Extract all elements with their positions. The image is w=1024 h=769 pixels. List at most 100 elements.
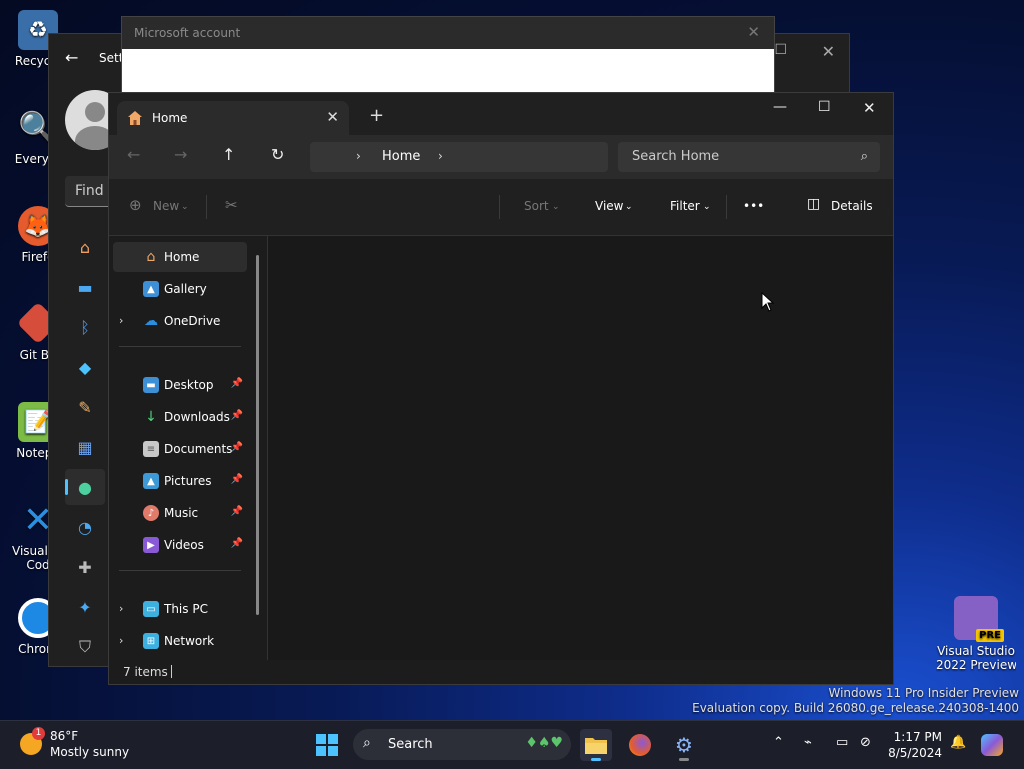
pin-icon[interactable]: 📌 [231,442,243,453]
clock[interactable]: 1:17 PM 8/5/2024 [868,729,942,761]
new-button[interactable]: New [153,199,179,213]
address-box[interactable]: › Home › [310,142,608,172]
videos-icon: ▶ [143,537,159,553]
nav-scrollbar[interactable] [256,255,259,615]
nav-item-desktop[interactable]: ▬ Desktop 📌 [113,370,247,400]
folder-icon [585,738,607,754]
details-button[interactable]: Details [831,199,873,213]
onedrive-icon: ☁ [144,313,158,329]
nav-item-documents[interactable]: ≡ Documents 📌 [113,434,247,464]
nav-item-downloads[interactable]: ↓ Downloads 📌 [113,402,247,432]
more-options-button[interactable]: ••• [743,199,764,213]
minimize-icon[interactable]: — [773,99,787,115]
maximize-icon[interactable]: ☐ [818,99,831,115]
back-arrow-icon[interactable]: ← [65,48,78,67]
chevron-up-icon[interactable]: ⌃ [773,735,784,750]
bell-icon[interactable]: 🔔 [950,735,966,750]
windows-logo-icon [316,734,338,756]
nav-item-network[interactable]: › ⊞ Network [113,626,247,656]
notification-badge: 1 [32,727,45,740]
close-icon[interactable]: ✕ [863,99,876,117]
desktop-folder-icon: ▬ [143,377,159,393]
microsoft-account-dialog: Microsoft account ✕ [121,16,775,96]
preview-badge: PRE [976,629,1004,642]
close-icon[interactable]: ✕ [822,42,835,61]
search-icon: ⌕ [860,149,868,164]
tab-home[interactable]: Home ✕ [117,101,349,135]
navigation-pane: ⌂ Home ▲ Gallery › ☁ OneDrive ▬ Desktop … [109,236,267,660]
watermark-line2: Evaluation copy. Build 26080.ge_release.… [692,701,1019,715]
search-highlight-icon: ♦♠♥ [525,735,563,751]
nav-item-onedrive[interactable]: › ☁ OneDrive [113,306,247,336]
network-icon: ⊞ [143,633,159,649]
copilot-button[interactable] [976,729,1008,761]
pin-icon[interactable]: 📌 [231,378,243,389]
system-icon[interactable]: ▬ [65,269,105,305]
bluetooth-icon[interactable]: ᛒ [65,309,105,345]
forward-arrow-icon[interactable]: → [174,145,187,164]
network-disconnected-icon[interactable]: ⌁ [804,735,812,750]
status-bar: 7 items [109,660,893,684]
nav-item-this-pc[interactable]: › ▭ This PC [113,594,247,624]
chevron-right-icon[interactable]: › [119,602,123,615]
network-wifi-icon[interactable]: ◆ [65,349,105,385]
apps-icon[interactable]: ▦ [65,429,105,465]
nav-item-home[interactable]: ⌂ Home [113,242,247,272]
nav-item-gallery[interactable]: ▲ Gallery [113,274,247,304]
nav-item-videos[interactable]: ▶ Videos 📌 [113,530,247,560]
file-explorer-window: Home ✕ + — ☐ ✕ ← → ↑ ↻ › Home › Search H… [108,92,894,685]
taskbar-search[interactable]: ⌕ Search ♦♠♥ [353,729,571,760]
gear-icon: ⚙ [675,733,693,757]
dialog-content [122,49,774,95]
start-button[interactable] [311,729,343,761]
filter-button[interactable]: Filter [670,199,700,213]
chevron-right-icon[interactable]: › [438,149,443,163]
desktop-icon-visual-studio-preview[interactable]: PRE Visual Studio 2022 Preview [936,596,1016,672]
breadcrumb[interactable]: Home [382,149,420,164]
chevron-down-icon: ⌄ [181,202,189,212]
home-icon[interactable]: ⌂ [65,229,105,265]
new-plus-icon[interactable]: ⊕ [129,196,142,214]
taskbar-settings[interactable]: ⚙ [668,729,700,761]
cut-scissors-icon[interactable]: ✂ [225,196,238,214]
search-input[interactable]: Search Home ⌕ [618,142,880,172]
maximize-icon[interactable]: ☐ [774,42,787,58]
nav-item-music[interactable]: ♪ Music 📌 [113,498,247,528]
copilot-icon [981,734,1003,756]
accounts-icon[interactable]: ● [65,469,105,505]
sort-button[interactable]: Sort [524,199,549,213]
chevron-right-icon[interactable]: › [119,314,123,327]
display-icon[interactable]: ▭ [836,735,848,750]
watermark-line1: Windows 11 Pro Insider Preview [828,686,1019,700]
pictures-icon: ▲ [143,473,159,489]
dialog-title: Microsoft account [134,26,241,40]
tab-bar: Home ✕ + — ☐ ✕ [109,93,893,135]
close-icon[interactable]: ✕ [747,23,760,41]
details-pane-icon: ◫ [807,196,821,212]
close-tab-icon[interactable]: ✕ [326,108,339,126]
accessibility-icon[interactable]: ✦ [65,589,105,625]
taskbar-firefox[interactable] [624,729,656,761]
view-button[interactable]: View [595,199,623,213]
privacy-shield-icon[interactable]: ⛉ [65,629,105,665]
chevron-down-icon: ⌄ [552,202,560,212]
chevron-right-icon[interactable]: › [119,634,123,647]
up-arrow-icon[interactable]: ↑ [222,145,235,164]
refresh-icon[interactable]: ↻ [271,145,284,164]
pin-icon[interactable]: 📌 [231,506,243,517]
personalization-brush-icon[interactable]: ✎ [65,389,105,425]
back-arrow-icon[interactable]: ← [127,145,140,164]
chevron-down-icon: ⌄ [703,202,711,212]
nav-item-pictures[interactable]: ▲ Pictures 📌 [113,466,247,496]
taskbar: 1 86°F Mostly sunny ⌕ Search ♦♠♥ ⚙ ⌃ ⌁ ▭… [0,720,1024,769]
pin-icon[interactable]: 📌 [231,474,243,485]
pin-icon[interactable]: 📌 [231,538,243,549]
taskbar-file-explorer[interactable] [580,729,612,761]
new-tab-icon[interactable]: + [369,105,384,126]
pin-icon[interactable]: 📌 [231,410,243,421]
home-icon: ⌂ [146,249,156,265]
gaming-icon[interactable]: ✚ [65,549,105,585]
file-list-area[interactable] [268,236,893,660]
time-language-icon[interactable]: ◔ [65,509,105,545]
music-icon: ♪ [143,505,159,521]
